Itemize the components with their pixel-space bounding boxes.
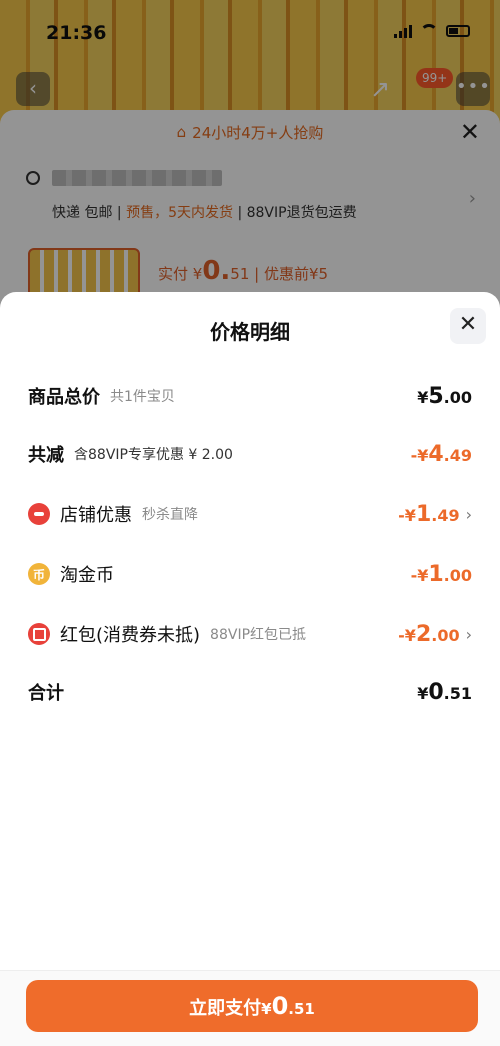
close-icon[interactable]: ✕ bbox=[450, 308, 486, 344]
shop-discount-icon bbox=[28, 503, 50, 525]
row-sub: 秒杀直降 bbox=[142, 507, 198, 523]
row-total-discount: 共减 含88VIP专享优惠 ¥ 2.00 -¥ 4.49 bbox=[28, 434, 472, 474]
row-amount: -¥ 1.00 bbox=[410, 561, 472, 587]
row-grand-total: 合计 ¥0.51 bbox=[28, 672, 472, 712]
taojinbi-coin-icon: 币 bbox=[28, 563, 50, 585]
row-red-packet[interactable]: 红包(消费券未抵) 88VIP红包已抵 -¥ 2.00 › bbox=[28, 614, 472, 654]
row-amount: -¥ 2.00 bbox=[398, 621, 460, 647]
modal-title: 价格明细 bbox=[210, 320, 290, 344]
row-amount: ¥5.00 bbox=[417, 383, 472, 409]
row-label: 共减 bbox=[28, 445, 64, 466]
row-sub: 共1件宝贝 bbox=[110, 389, 175, 405]
row-amount: -¥ 4.49 bbox=[410, 441, 472, 467]
row-taojinbi: 币 淘金币 -¥ 1.00 bbox=[28, 554, 472, 594]
row-sub: 88VIP红包已抵 bbox=[210, 627, 307, 643]
row-shop-discount[interactable]: 店铺优惠 秒杀直降 -¥ 1.49 › bbox=[28, 494, 472, 534]
row-subtotal: 商品总价 共1件宝贝 ¥5.00 bbox=[28, 376, 472, 416]
pay-now-button[interactable]: 立即支付 ¥0.51 bbox=[26, 980, 478, 1032]
modal-backdrop[interactable] bbox=[0, 0, 500, 310]
row-amount: -¥ 1.49 bbox=[398, 501, 460, 527]
row-label: 店铺优惠 bbox=[60, 505, 132, 526]
price-detail-modal: 价格明细 ✕ 商品总价 共1件宝贝 ¥5.00 共减 含88VIP专享优惠 ¥ … bbox=[0, 292, 500, 1046]
row-amount: ¥0.51 bbox=[417, 679, 472, 705]
row-label: 淘金币 bbox=[60, 565, 114, 586]
red-packet-icon bbox=[28, 623, 50, 645]
chevron-right-icon: › bbox=[465, 504, 472, 524]
row-label: 合计 bbox=[28, 683, 64, 704]
row-sub: 含88VIP专享优惠 ¥ 2.00 bbox=[74, 447, 233, 463]
row-label: 商品总价 bbox=[28, 387, 100, 408]
chevron-right-icon: › bbox=[465, 624, 472, 644]
row-label: 红包(消费券未抵) bbox=[60, 625, 201, 646]
